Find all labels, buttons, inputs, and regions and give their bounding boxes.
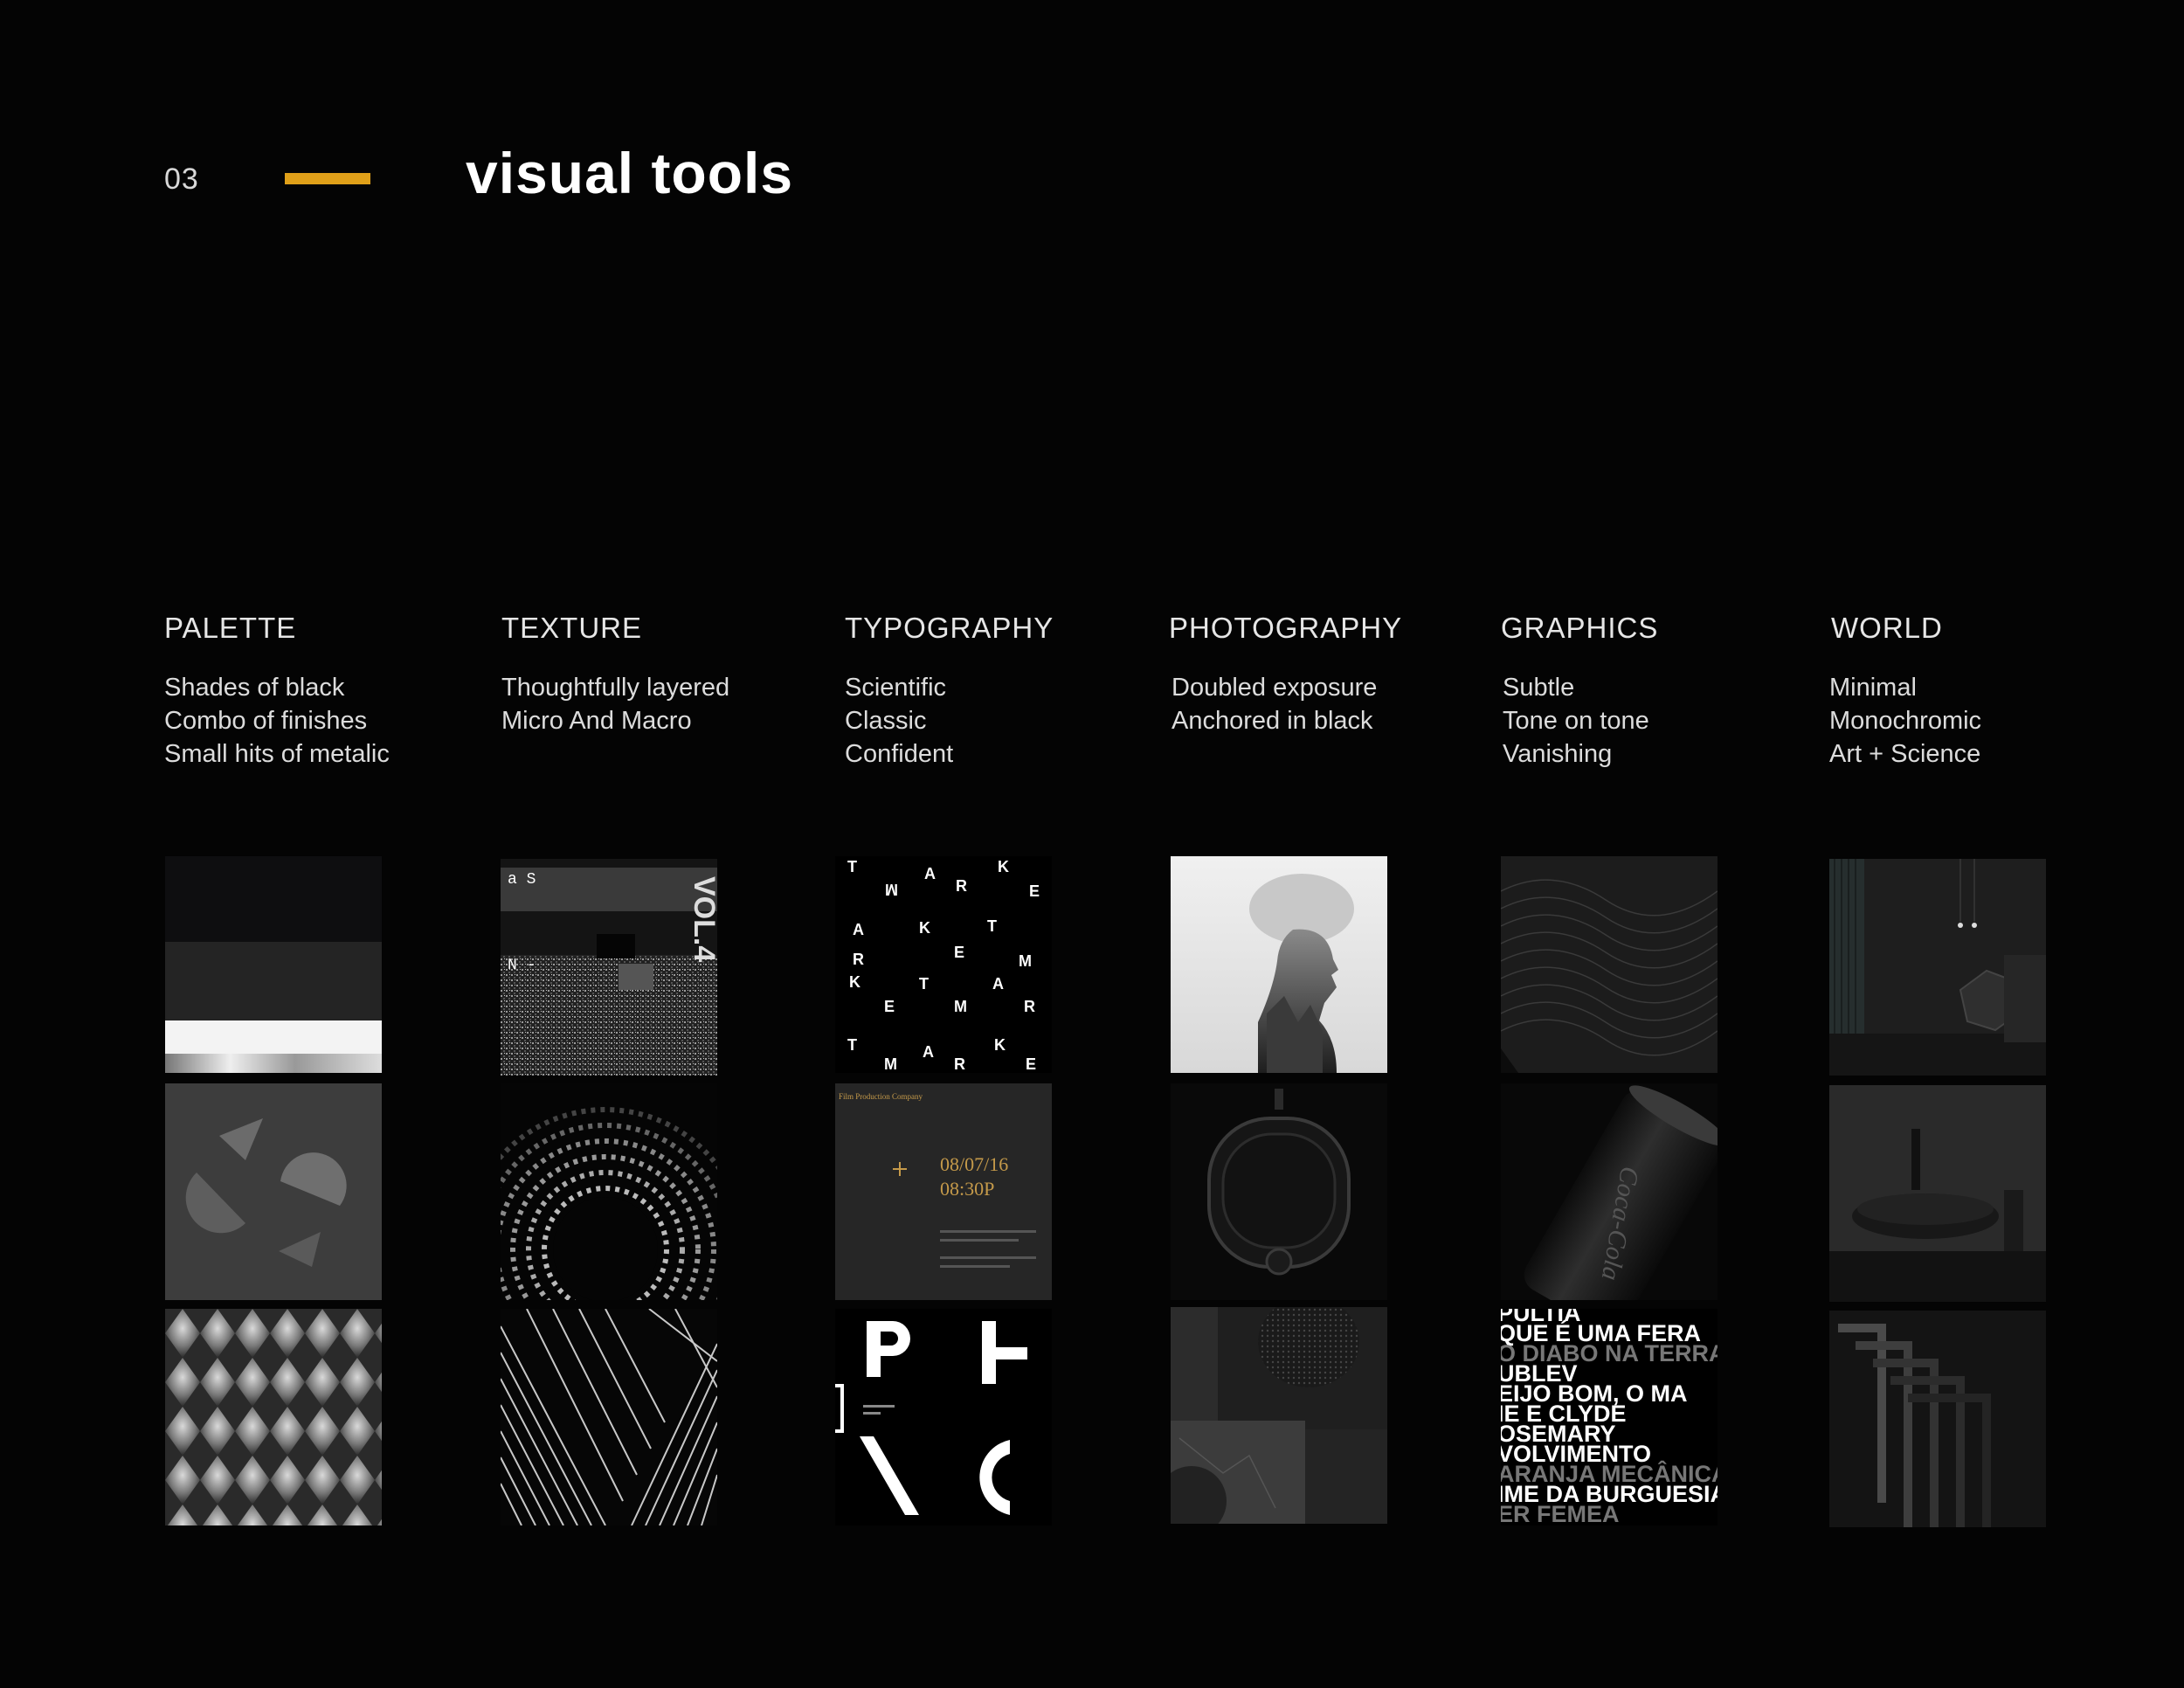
typography-desc-line: Classic [845,707,927,735]
svg-text:E: E [1029,882,1040,900]
world-sink-tile [1829,1085,2046,1302]
photography-heading: PHOTOGRAPHY [1169,612,1403,644]
svg-text:A: A [923,1043,934,1061]
svg-text:K: K [849,973,860,991]
graphics-waves-tile [1501,856,1717,1073]
palette-shapes-tile [165,1083,382,1300]
photography-kettle-tile [1171,1083,1387,1300]
svg-text:T: T [847,858,857,875]
typography-ticket-company: Film Production Company [839,1092,923,1101]
palette-heading: PALETTE [164,612,297,644]
photography-description: Doubled exposure Anchored in black [1171,671,1377,737]
photography-desc-line: Anchored in black [1171,707,1373,735]
texture-glitch-text-b: N - [508,957,536,974]
typography-description: Scientific Classic Confident [845,671,953,771]
world-heading: WORLD [1831,612,1943,644]
palette-desc-line: Combo of finishes [164,707,368,735]
texture-glitch-tile: a S N - VOL.4 [501,859,717,1076]
texture-desc-line: Thoughtfully layered [501,674,730,702]
graphics-heading: GRAPHICS [1501,612,1659,644]
texture-desc-line: Micro And Macro [501,707,692,735]
world-desc-line: Art + Science [1829,740,1981,768]
svg-text:A: A [853,921,864,938]
graphics-desc-line: Tone on tone [1503,707,1649,735]
svg-text:K: K [919,919,930,937]
world-description: Minimal Monochromic Art + Science [1829,671,1981,771]
graphics-description: Subtle Tone on tone Vanishing [1503,671,1649,771]
texture-glitch-vol-text: VOL.4 [688,876,717,962]
page-title: visual tools [466,141,794,205]
graphics-text-tile: PULTIA QUE É UMA FERA O DIABO NA TERRA U… [1501,1309,1717,1525]
typography-letters-tile: T A K M R E A K T R E M K T A E M R T A K M R E [835,856,1052,1073]
svg-text:M: M [1019,952,1032,970]
svg-text:R: R [1024,998,1035,1015]
graphics-text-line: ER FEMEA [1501,1501,1620,1526]
photography-speaker-tile [1171,1307,1387,1524]
svg-text:R: R [954,1055,965,1073]
svg-text:R: R [853,951,864,968]
world-room-tile [1829,859,2046,1076]
svg-text:E: E [1026,1055,1036,1073]
svg-text:E: E [954,944,964,961]
svg-text:T: T [847,1036,857,1054]
typography-desc-line: Confident [845,740,954,768]
graphics-can-tile: Coca-Cola [1501,1083,1717,1300]
palette-desc-line: Small hits of metalic [164,740,390,768]
svg-text:T: T [987,917,997,935]
svg-text:M: M [885,881,898,898]
palette-desc-line: Shades of black [164,674,345,702]
texture-glitch-text-a: a S [508,871,536,889]
accent-bar [285,173,370,184]
svg-text:A: A [992,975,1004,993]
world-desc-line: Monochromic [1829,707,1982,735]
texture-lines-tile [501,1309,717,1525]
typography-ticket-date: 08/07/16 [940,1153,1008,1175]
svg-text:M: M [954,998,967,1015]
typography-ticket-time: 08:30P [940,1178,994,1200]
graphics-desc-line: Subtle [1503,674,1575,702]
typography-heading: TYPOGRAPHY [845,612,1054,644]
palette-swatch-tile [165,856,382,1073]
texture-heading: TEXTURE [501,612,643,644]
world-ridges-tile [1829,1311,2046,1527]
photography-double-exposure-tile [1171,856,1387,1073]
svg-text:R: R [956,877,967,895]
typography-bold-letters-tile [835,1309,1052,1525]
svg-text:K: K [998,858,1009,875]
graphics-desc-line: Vanishing [1503,740,1613,768]
texture-description: Thoughtfully layered Micro And Macro [501,671,729,737]
typography-ticket-tile: Film Production Company 08/07/16 08:30P [835,1083,1052,1300]
palette-description: Shades of black Combo of finishes Small … [164,671,390,771]
svg-text:E: E [884,998,895,1015]
world-desc-line: Minimal [1829,674,1917,702]
texture-dots-tile [501,1083,717,1300]
palette-metal-pattern-tile [165,1309,382,1525]
svg-text:A: A [924,865,936,882]
photography-desc-line: Doubled exposure [1171,674,1378,702]
typography-desc-line: Scientific [845,674,947,702]
svg-text:T: T [919,975,929,993]
svg-text:K: K [994,1036,1006,1054]
svg-text:M: M [884,1055,897,1073]
page-number: 03 [164,163,199,196]
